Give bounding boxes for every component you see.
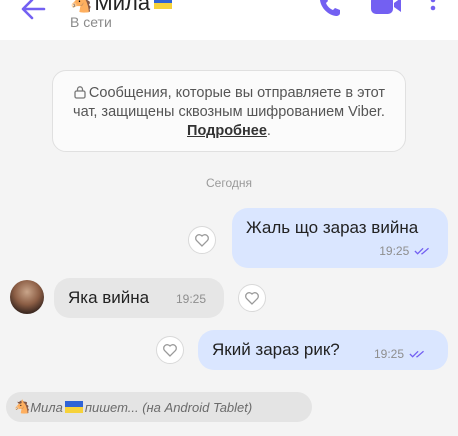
message-bubble-incoming[interactable]: Яка вийна 19:25 bbox=[54, 278, 224, 318]
encryption-notice: Сообщения, которые вы отправляете в этот… bbox=[52, 70, 406, 152]
back-arrow-icon[interactable] bbox=[18, 0, 48, 24]
read-ticks-icon bbox=[409, 350, 424, 358]
read-ticks-icon bbox=[414, 247, 429, 255]
date-separator: Сегодня bbox=[206, 176, 252, 190]
message-text: Жаль що зараз вийна bbox=[246, 218, 419, 237]
learn-more-link[interactable]: Подробнее bbox=[187, 123, 267, 139]
typing-text: пишет... (на Android Tablet) bbox=[84, 399, 253, 415]
heart-icon[interactable] bbox=[156, 336, 184, 364]
message-time: 19:25 bbox=[379, 244, 410, 258]
call-icon[interactable] bbox=[316, 0, 346, 20]
typing-name: Мила bbox=[30, 399, 63, 415]
message-bubble-outgoing[interactable]: Який зараз рик? 19:25 bbox=[198, 330, 448, 370]
heart-icon[interactable] bbox=[238, 284, 266, 312]
encryption-notice-text: Сообщения, которые вы отправляете в этот… bbox=[73, 85, 386, 120]
chat-header: 🐴 Мила В сети bbox=[0, 0, 458, 40]
message-bubble-outgoing[interactable]: Жаль що зараз вийна 19:25 bbox=[232, 208, 448, 268]
video-call-icon[interactable] bbox=[368, 0, 404, 20]
message-text: Який зараз рик? bbox=[212, 340, 340, 359]
ukraine-flag-icon bbox=[154, 0, 173, 9]
message-time: 19:25 bbox=[176, 292, 207, 306]
lock-icon bbox=[74, 86, 86, 99]
message-text: Яка вийна bbox=[68, 288, 150, 307]
message-time: 19:25 bbox=[374, 347, 405, 361]
avatar[interactable] bbox=[10, 280, 44, 314]
more-menu-icon[interactable] bbox=[426, 0, 440, 22]
online-status: В сети bbox=[70, 14, 112, 30]
typing-indicator: 🐴 Мила пишет... (на Android Tablet) bbox=[6, 392, 312, 422]
encryption-notice-suffix: . bbox=[266, 123, 271, 139]
chat-area[interactable]: Сообщения, которые вы отправляете в этот… bbox=[0, 40, 458, 436]
ukraine-flag-icon bbox=[64, 401, 83, 413]
heart-icon[interactable] bbox=[188, 226, 216, 254]
horse-emoji-icon: 🐴 bbox=[14, 399, 31, 414]
